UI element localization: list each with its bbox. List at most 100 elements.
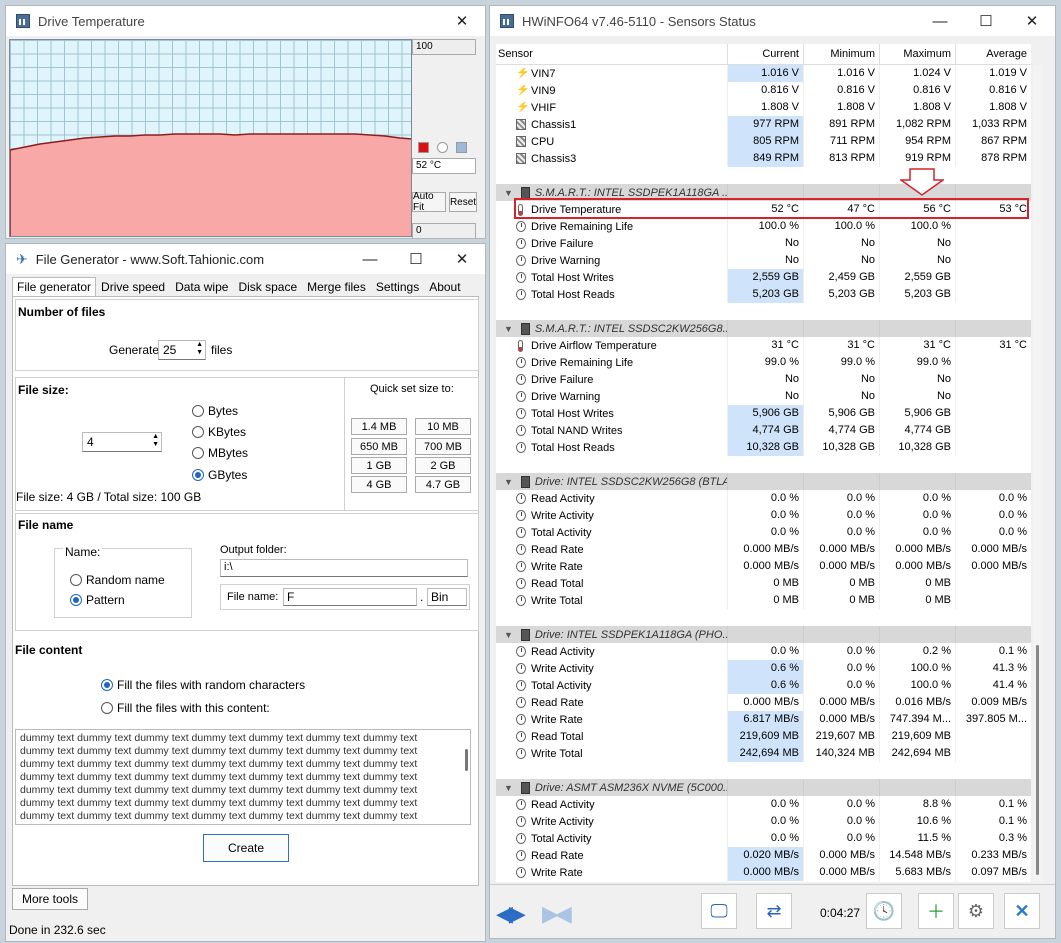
fill-content-radio[interactable]: Fill the files with this content: bbox=[101, 701, 270, 715]
sensor-row[interactable]: Write Activity 0.0 % 0.0 % 10.6 % 0.1 % bbox=[496, 813, 1031, 830]
quick-size-4gb-button[interactable]: 4 GB bbox=[351, 476, 407, 493]
sensor-row[interactable]: Write Rate 0.000 MB/s 0.000 MB/s 5.683 MB/s… bbox=[496, 864, 1031, 881]
quick-size-650mb-button[interactable]: 650 MB bbox=[351, 438, 407, 455]
textarea-scrollbar[interactable] bbox=[465, 749, 468, 771]
sensor-row[interactable]: Read Total 219,609 MB 219,607 MB 219,609 MB bbox=[496, 728, 1031, 745]
sensor-row[interactable]: Chassis3 849 RPM 813 RPM 919 RPM 878 RPM bbox=[496, 150, 1031, 167]
spin-arrows-icon[interactable]: ▲ ▼ bbox=[196, 341, 203, 357]
extension-input[interactable]: Bin bbox=[427, 588, 467, 606]
sensor-row[interactable]: Total Activity 0.6 % 0.0 % 100.0 % 41.4 % bbox=[496, 677, 1031, 694]
sensor-row[interactable]: Drive Failure No No No bbox=[496, 235, 1031, 252]
maximize-icon[interactable]: ☐ bbox=[963, 6, 1009, 36]
unit-kbytes-radio[interactable]: KBytes bbox=[192, 425, 246, 439]
close-icon[interactable]: ✕ bbox=[439, 6, 485, 36]
tab-settings[interactable]: Settings bbox=[371, 277, 424, 297]
sensor-row[interactable]: Drive Remaining Life 99.0 % 99.0 % 99.0 % bbox=[496, 354, 1031, 371]
color-swatch-red[interactable] bbox=[418, 142, 429, 153]
quick-size-1gb-button[interactable]: 1 GB bbox=[351, 457, 407, 474]
sensor-row[interactable]: ⚡ VIN9 0.816 V 0.816 V 0.816 V 0.816 V bbox=[496, 82, 1031, 99]
content-textarea[interactable]: dummy text dummy text dummy text dummy t… bbox=[15, 729, 471, 825]
file-size-stepper[interactable]: 4 ▲ ▼ bbox=[82, 432, 162, 452]
color-swatch-blue[interactable] bbox=[456, 142, 467, 153]
sensor-group-row[interactable]: ▼ Drive: INTEL SSDSC2KW256G8 (BTLA... bbox=[496, 473, 1031, 490]
sensor-row[interactable]: Read Rate 0.000 MB/s 0.000 MB/s 0.000 MB/s 0… bbox=[496, 541, 1031, 558]
sensor-row[interactable]: Total Host Reads 5,203 GB 5,203 GB 5,203 GB bbox=[496, 286, 1031, 303]
network-icon[interactable]: ⇄ bbox=[756, 893, 792, 929]
file-count-stepper[interactable]: 25 ▲ ▼ bbox=[158, 340, 206, 360]
sensor-row[interactable]: Read Rate 0.000 MB/s 0.000 MB/s 0.016 MB/s 0… bbox=[496, 694, 1031, 711]
unit-gbytes-radio[interactable]: GBytes bbox=[192, 468, 247, 482]
close-sensors-icon[interactable]: ✕ bbox=[1004, 893, 1040, 929]
sensor-group-row[interactable]: ▼ Drive: ASMT ASM236X NVME (5C000... bbox=[496, 779, 1031, 796]
sensor-row[interactable]: Read Activity 0.0 % 0.0 % 8.8 % 0.1 % bbox=[496, 796, 1031, 813]
unit-mbytes-radio[interactable]: MBytes bbox=[192, 446, 248, 460]
color-swatch-blank[interactable] bbox=[437, 142, 448, 153]
vertical-scrollbar[interactable] bbox=[1033, 65, 1043, 882]
sensor-row[interactable]: Total Host Reads 10,328 GB 10,328 GB 10,328… bbox=[496, 439, 1031, 456]
sensor-row[interactable]: Read Total 0 MB 0 MB 0 MB bbox=[496, 575, 1031, 592]
more-tools-button[interactable]: More tools bbox=[12, 888, 88, 910]
spin-arrows-icon[interactable]: ▲ ▼ bbox=[152, 433, 159, 449]
tab-merge-files[interactable]: Merge files bbox=[302, 277, 371, 297]
reset-button[interactable]: Reset bbox=[449, 192, 477, 212]
add-report-icon[interactable]: ＋ bbox=[918, 893, 954, 929]
sensor-row[interactable]: Write Rate 6.817 MB/s 0.000 MB/s 747.394 M.… bbox=[496, 711, 1031, 728]
sensor-row[interactable]: Read Activity 0.0 % 0.0 % 0.2 % 0.1 % bbox=[496, 643, 1031, 660]
auto-fit-button[interactable]: Auto Fit bbox=[412, 191, 446, 213]
sensor-row[interactable]: Read Activity 0.0 % 0.0 % 0.0 % 0.0 % bbox=[496, 490, 1031, 507]
sensor-row[interactable]: Drive Warning No No No bbox=[496, 388, 1031, 405]
fill-random-radio[interactable]: Fill the files with random characters bbox=[101, 678, 305, 692]
pattern-radio[interactable]: Pattern bbox=[70, 593, 125, 607]
close-icon[interactable]: ✕ bbox=[439, 244, 485, 274]
sensor-row[interactable]: Write Rate 0.000 MB/s 0.000 MB/s 0.000 MB/s… bbox=[496, 558, 1031, 575]
file-generator-titlebar[interactable]: ✈ File Generator - www.Soft.Tahionic.com… bbox=[6, 244, 485, 274]
sensor-row[interactable]: Write Activity 0.6 % 0.0 % 100.0 % 41.3 % bbox=[496, 660, 1031, 677]
sensor-row[interactable]: Drive Failure No No No bbox=[496, 371, 1031, 388]
gear-icon[interactable]: ⚙ bbox=[958, 893, 994, 929]
column-minimum[interactable]: Minimum bbox=[803, 44, 879, 64]
tab-about[interactable]: About bbox=[424, 277, 465, 297]
sensor-row[interactable]: Write Total 0 MB 0 MB 0 MB bbox=[496, 592, 1031, 609]
sensor-row[interactable]: Drive Airflow Temperature 31 °C 31 °C 31 °C… bbox=[496, 337, 1031, 354]
sensor-row[interactable]: ⚡ VHIF 1.808 V 1.808 V 1.808 V 1.808 V bbox=[496, 99, 1031, 116]
sensor-group-row[interactable]: ▼ S.M.A.R.T.: INTEL SSDSC2KW256G8... bbox=[496, 320, 1031, 337]
quick-size-4-7gb-button[interactable]: 4.7 GB bbox=[415, 476, 471, 493]
sensor-row[interactable]: Chassis1 977 RPM 891 RPM 1,082 RPM 1,033 RPM bbox=[496, 116, 1031, 133]
scrollbar-thumb[interactable] bbox=[1036, 645, 1039, 875]
create-button[interactable]: Create bbox=[203, 834, 289, 862]
sensor-row[interactable]: Read Rate 0.020 MB/s 0.000 MB/s 14.548 MB/s… bbox=[496, 847, 1031, 864]
clock-icon[interactable]: 🕓 bbox=[866, 893, 902, 929]
chevron-down-icon[interactable]: ▼ bbox=[504, 630, 513, 640]
monitor-search-icon[interactable]: 🖵 bbox=[701, 893, 737, 929]
quick-size-2gb-button[interactable]: 2 GB bbox=[415, 457, 471, 474]
sensor-row[interactable]: Write Total 242,694 MB 140,324 MB 242,694 M… bbox=[496, 745, 1031, 762]
sensor-row[interactable]: Drive Warning No No No bbox=[496, 252, 1031, 269]
tab-disk-space[interactable]: Disk space bbox=[233, 277, 302, 297]
chevron-down-icon[interactable]: ▼ bbox=[504, 783, 513, 793]
unit-bytes-radio[interactable]: Bytes bbox=[192, 404, 238, 418]
graph-min-value[interactable]: 0 bbox=[412, 223, 476, 238]
sensor-row[interactable]: CPU 805 RPM 711 RPM 954 RPM 867 RPM bbox=[496, 133, 1031, 150]
sensor-row[interactable]: Drive Remaining Life 100.0 % 100.0 % 100.0 … bbox=[496, 218, 1031, 235]
sensor-row[interactable]: Total Activity 0.0 % 0.0 % 0.0 % 0.0 % bbox=[496, 524, 1031, 541]
sensor-group-row[interactable]: ▼ Drive: INTEL SSDPEK1A118GA (PHO... bbox=[496, 626, 1031, 643]
maximize-icon[interactable]: ☐ bbox=[393, 244, 439, 274]
sensor-row[interactable]: ⚡ VIN7 1.016 V 1.016 V 1.024 V 1.019 V bbox=[496, 65, 1031, 82]
minimize-icon[interactable]: — bbox=[917, 6, 963, 36]
drive-temperature-titlebar[interactable]: Drive Temperature ✕ bbox=[6, 6, 485, 36]
column-maximum[interactable]: Maximum bbox=[879, 44, 955, 64]
chevron-down-icon[interactable]: ▼ bbox=[504, 324, 513, 334]
quick-size-1-4mb-button[interactable]: 1.4 MB bbox=[351, 418, 407, 435]
graph-max-value[interactable]: 100 bbox=[412, 39, 476, 55]
sensor-row[interactable]: Total Host Writes 5,906 GB 5,906 GB 5,906 G… bbox=[496, 405, 1031, 422]
quick-size-10mb-button[interactable]: 10 MB bbox=[415, 418, 471, 435]
sensor-row[interactable]: Total Activity 0.0 % 0.0 % 11.5 % 0.3 % bbox=[496, 830, 1031, 847]
column-average[interactable]: Average bbox=[955, 44, 1031, 64]
tab-file-generator[interactable]: File generator bbox=[12, 277, 97, 297]
close-icon[interactable]: ✕ bbox=[1009, 6, 1055, 36]
file-name-input[interactable]: F bbox=[283, 588, 417, 606]
tab-drive-speed[interactable]: Drive speed bbox=[96, 277, 170, 297]
random-name-radio[interactable]: Random name bbox=[70, 573, 165, 587]
sensor-row[interactable]: Total Host Writes 2,559 GB 2,459 GB 2,559 G… bbox=[496, 269, 1031, 286]
chevron-down-icon[interactable]: ▼ bbox=[504, 477, 513, 487]
